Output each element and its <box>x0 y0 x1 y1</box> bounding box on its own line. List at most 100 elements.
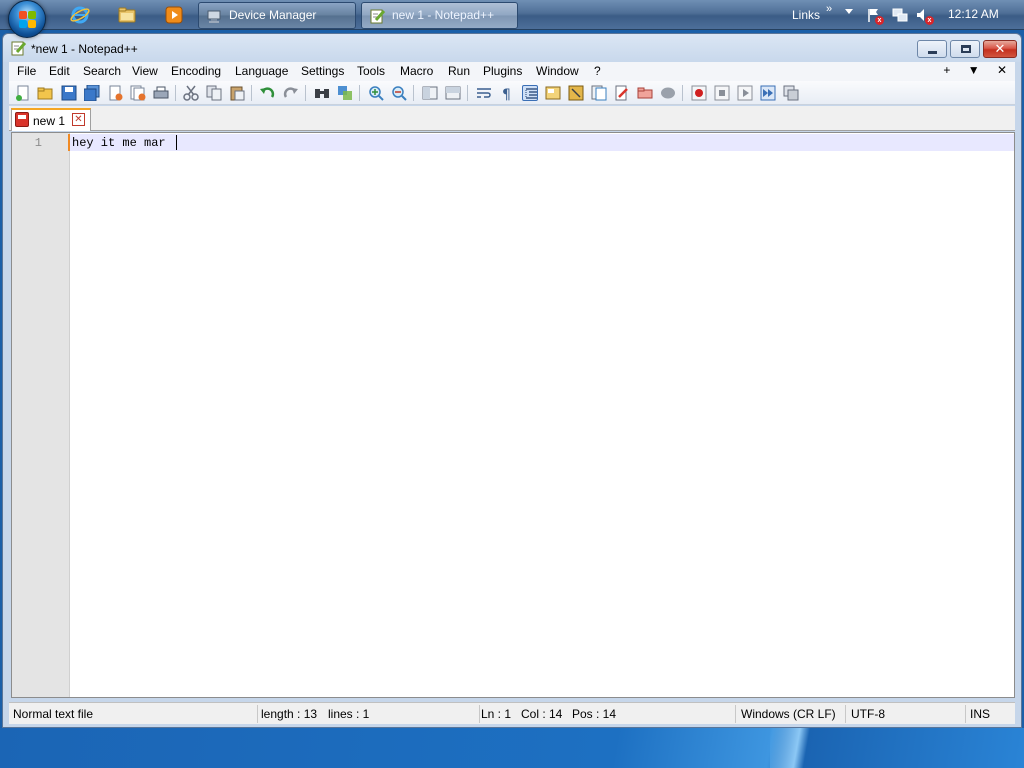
taskbar-notepadpp-label: new 1 - Notepad++ <box>392 8 495 22</box>
close-all-icon[interactable] <box>130 85 146 101</box>
minimize-button[interactable] <box>917 40 947 58</box>
text-editor[interactable]: 1 hey it me mar <box>11 132 1015 698</box>
status-separator <box>965 705 966 723</box>
taskbar-notepadpp[interactable]: new 1 - Notepad++ <box>361 2 518 29</box>
menu-right-controls: + ▼ ✕ <box>929 63 1007 77</box>
links-toolbar-label[interactable]: Links <box>792 8 820 22</box>
copy-icon[interactable] <box>206 85 222 101</box>
status-line: Ln : 1 <box>481 707 512 721</box>
toolbar-separator <box>305 85 306 101</box>
show-all-chars-icon[interactable]: ¶ <box>499 85 515 103</box>
function-list-icon[interactable] <box>591 85 607 101</box>
line-number-gutter[interactable]: 1 <box>12 133 70 697</box>
menu-plugins[interactable]: Plugins <box>483 64 522 78</box>
menu-settings[interactable]: Settings <box>301 64 344 78</box>
tab-list-dropdown-icon[interactable]: ▼ <box>968 63 980 77</box>
internet-explorer-icon[interactable] <box>70 5 90 25</box>
save-macro-icon[interactable] <box>783 85 799 101</box>
zoom-in-icon[interactable] <box>368 85 384 101</box>
menu-encoding[interactable]: Encoding <box>171 64 221 78</box>
toolbar-separator <box>413 85 414 101</box>
menu-view[interactable]: View <box>132 64 158 78</box>
status-insert-mode[interactable]: INS <box>970 707 990 721</box>
indent-guide-icon[interactable] <box>522 85 538 101</box>
status-position: Pos : 14 <box>572 707 617 721</box>
stop-macro-icon[interactable] <box>714 85 730 101</box>
status-separator <box>479 705 480 723</box>
save-all-icon[interactable] <box>83 84 100 102</box>
close-icon[interactable] <box>107 85 123 101</box>
menu-run[interactable]: Run <box>448 64 470 78</box>
status-encoding[interactable]: UTF-8 <box>851 707 885 721</box>
tab-close-icon[interactable]: ✕ <box>72 113 85 126</box>
print-icon[interactable] <box>153 85 169 101</box>
undo-icon[interactable] <box>259 85 275 101</box>
run-macro-multiple-icon[interactable] <box>760 85 776 101</box>
zoom-out-icon[interactable] <box>391 85 407 101</box>
media-player-icon[interactable] <box>164 5 184 25</box>
cut-icon[interactable] <box>183 85 199 101</box>
unsaved-document-icon <box>15 112 29 127</box>
taskbar-device-manager[interactable]: Device Manager <box>198 2 356 29</box>
menu-file[interactable]: File <box>17 64 36 78</box>
macro-bubble-icon[interactable] <box>660 85 676 101</box>
minimize-icon <box>928 51 937 54</box>
action-center-flag-icon[interactable]: x <box>866 7 884 25</box>
start-button[interactable] <box>8 0 46 38</box>
system-clock[interactable]: 12:12 AM <box>948 7 999 21</box>
folder-as-workspace-icon[interactable] <box>614 85 630 101</box>
menu-bar: File Edit Search View Encoding Language … <box>9 62 1015 81</box>
replace-icon[interactable] <box>337 85 353 101</box>
maximize-icon <box>961 45 971 53</box>
maximize-button[interactable] <box>950 40 980 58</box>
notepadpp-window: *new 1 - Notepad++ ✕ File Edit Search Vi… <box>2 33 1022 728</box>
notepadpp-app-icon[interactable] <box>11 40 27 56</box>
paste-icon[interactable] <box>229 85 245 101</box>
menu-language[interactable]: Language <box>235 64 288 78</box>
network-icon[interactable] <box>892 7 908 23</box>
menu-macro[interactable]: Macro <box>400 64 433 78</box>
window-title: *new 1 - Notepad++ <box>31 42 138 56</box>
redo-icon[interactable] <box>283 85 299 101</box>
word-wrap-icon[interactable] <box>476 85 492 101</box>
status-file-type: Normal text file <box>13 707 94 721</box>
status-column: Col : 14 <box>521 707 563 721</box>
tab-new1[interactable]: new 1 ✕ <box>11 108 91 131</box>
folder-icon[interactable] <box>117 5 137 25</box>
status-length: length : 13 <box>261 707 318 721</box>
sync-vertical-icon[interactable] <box>422 85 438 101</box>
status-separator <box>845 705 846 723</box>
editor-line-text[interactable]: hey it me mar <box>72 136 166 150</box>
find-icon[interactable] <box>314 85 330 101</box>
new-tab-plus-icon[interactable]: + <box>943 63 950 77</box>
status-eol-format[interactable]: Windows (CR LF) <box>741 707 836 721</box>
record-macro-icon[interactable] <box>691 85 707 101</box>
save-icon[interactable] <box>61 85 77 101</box>
toolbar-separator <box>467 85 468 101</box>
menu-help[interactable]: ? <box>594 64 601 78</box>
volume-icon[interactable]: x <box>916 7 934 25</box>
open-file-icon[interactable] <box>37 85 53 101</box>
tab-new1-label: new 1 <box>33 114 66 128</box>
show-hidden-icons-arrow-icon[interactable] <box>845 9 853 14</box>
doc-map-icon[interactable] <box>568 85 584 101</box>
links-chevron-icon[interactable]: » <box>826 3 832 15</box>
menu-window[interactable]: Window <box>536 64 579 78</box>
user-defined-language-icon[interactable] <box>545 85 561 101</box>
toolbar-separator <box>359 85 360 101</box>
svg-text:¶: ¶ <box>502 87 511 101</box>
document-tab-bar: new 1 ✕ <box>9 106 1015 131</box>
new-file-icon[interactable] <box>15 85 31 101</box>
monitoring-icon[interactable] <box>637 85 653 101</box>
close-button[interactable]: ✕ <box>983 40 1017 58</box>
taskbar-device-manager-label: Device Manager <box>229 8 317 22</box>
close-document-icon[interactable]: ✕ <box>997 63 1007 77</box>
toolbar-separator <box>251 85 252 101</box>
menu-tools[interactable]: Tools <box>357 64 385 78</box>
menu-edit[interactable]: Edit <box>49 64 70 78</box>
sync-horizontal-icon[interactable] <box>445 85 461 101</box>
menu-search[interactable]: Search <box>83 64 121 78</box>
title-bar[interactable]: *new 1 - Notepad++ ✕ <box>3 34 1021 62</box>
play-macro-icon[interactable] <box>737 85 753 101</box>
text-caret <box>176 135 177 150</box>
